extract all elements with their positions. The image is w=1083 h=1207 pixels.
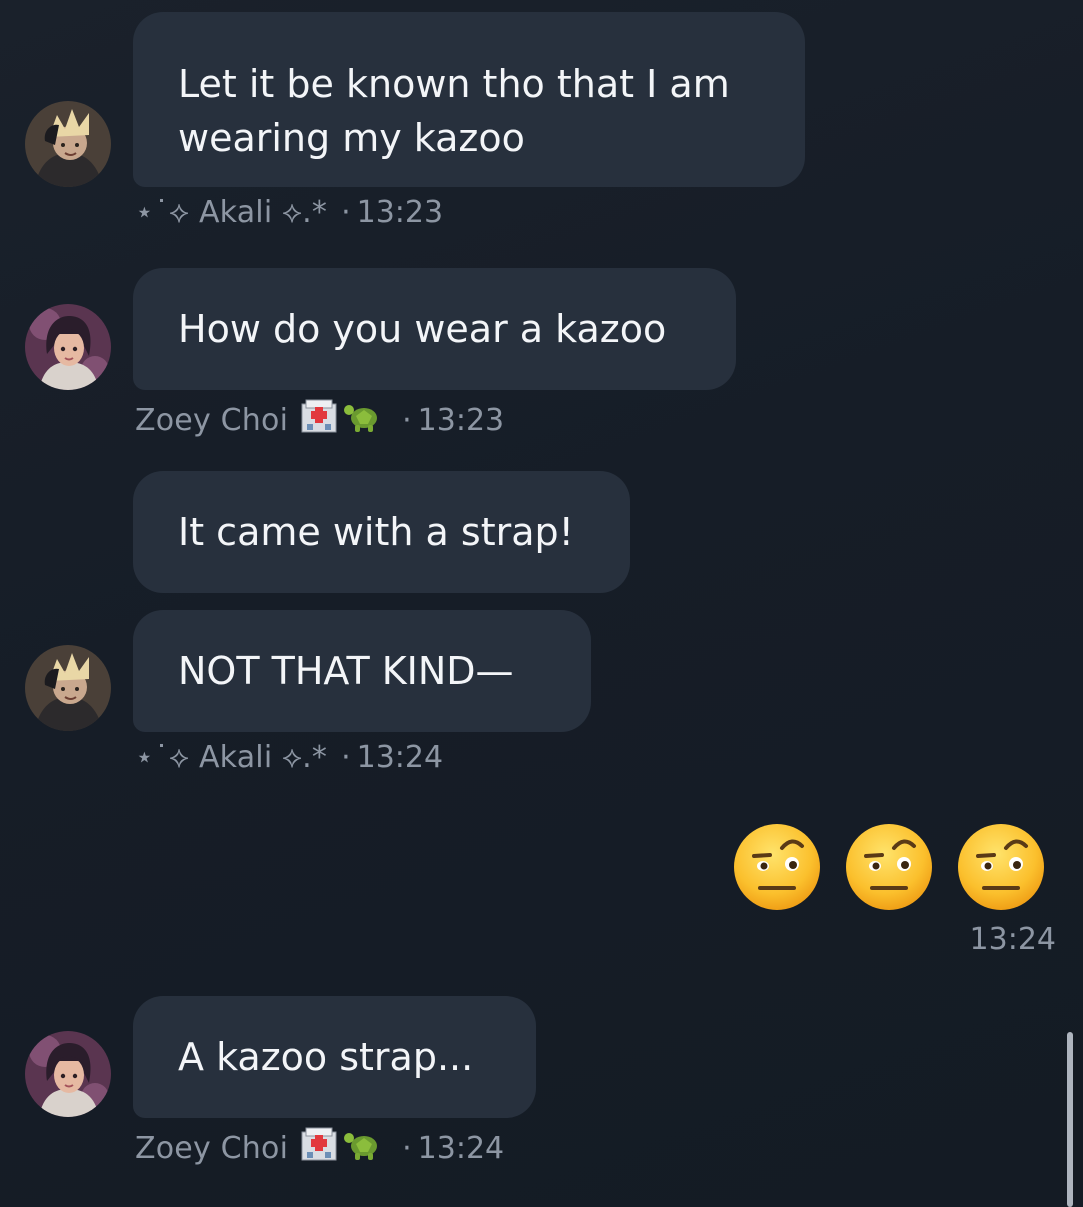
message-meta: Zoey Choi · 13:24 [135, 1126, 504, 1170]
akali-avatar-image [25, 645, 111, 731]
avatar-zoey[interactable] [25, 1031, 111, 1117]
face-with-raised-eyebrow-icon [734, 824, 820, 910]
avatar-zoey[interactable] [25, 304, 111, 390]
message-meta: ⋆˙⟡ Akali ⟡.* · 13:23 [135, 195, 443, 230]
avatar-akali[interactable] [25, 101, 111, 187]
turtle-icon [342, 1126, 382, 1170]
zoey-avatar-image [25, 1031, 111, 1117]
message-bubble[interactable]: How do you wear a kazoo [133, 268, 736, 390]
sender-name[interactable]: Zoey Choi [135, 403, 288, 438]
separator-dot: · [341, 740, 351, 775]
message-bubble[interactable]: Let it be known tho that I am wearing my… [133, 12, 805, 187]
message-bubble[interactable]: A kazoo strap... [133, 996, 536, 1118]
zoey-avatar-image [25, 304, 111, 390]
separator-dot: · [402, 1130, 412, 1166]
own-emoji-message[interactable] [732, 822, 1046, 912]
chat-thread[interactable]: Let it be known tho that I am wearing my… [0, 0, 1083, 1207]
avatar-akali[interactable] [25, 645, 111, 731]
sender-name[interactable]: Zoey Choi [135, 1131, 288, 1166]
message-text: A kazoo strap... [178, 1035, 474, 1079]
own-message-timestamp: 13:24 [969, 922, 1056, 957]
timestamp: 13:23 [417, 402, 505, 438]
sender-name[interactable]: ⋆˙⟡ Akali ⟡.* [135, 740, 327, 775]
message-bubble[interactable]: It came with a strap! [133, 471, 630, 593]
hospital-icon [300, 398, 338, 442]
separator-dot: · [341, 195, 351, 230]
separator-dot: · [402, 402, 412, 438]
message-text: It came with a strap! [178, 510, 574, 554]
timestamp: 13:24 [417, 1130, 505, 1166]
message-bubble[interactable]: NOT THAT KIND— [133, 610, 591, 732]
timestamp: 13:24 [356, 740, 444, 775]
message-meta: ⋆˙⟡ Akali ⟡.* · 13:24 [135, 740, 443, 775]
turtle-icon [342, 398, 382, 442]
hospital-icon [300, 1126, 338, 1170]
sender-name[interactable]: ⋆˙⟡ Akali ⟡.* [135, 195, 327, 230]
message-text: Let it be known tho that I am wearing my… [178, 62, 730, 160]
akali-avatar-image [25, 101, 111, 187]
timestamp: 13:23 [356, 195, 444, 230]
face-with-raised-eyebrow-icon [958, 824, 1044, 910]
message-text: NOT THAT KIND— [178, 649, 514, 693]
scrollbar[interactable] [1067, 1032, 1073, 1207]
face-with-raised-eyebrow-icon [846, 824, 932, 910]
message-meta: Zoey Choi · 13:23 [135, 398, 504, 442]
message-text: How do you wear a kazoo [178, 307, 667, 351]
